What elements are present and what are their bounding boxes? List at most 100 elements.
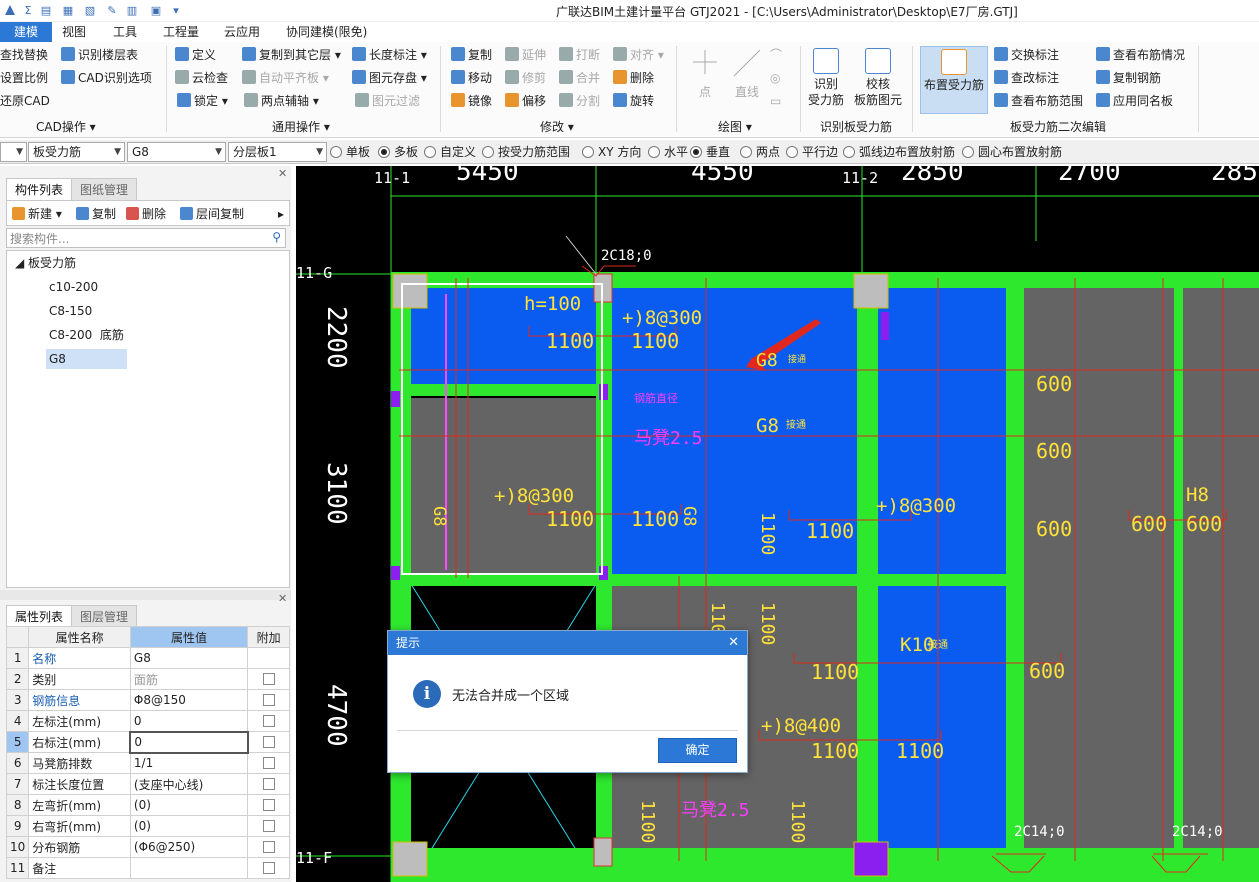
point-button[interactable]: 点: [690, 46, 720, 100]
property-value[interactable]: 面筋: [129, 668, 249, 690]
table-row[interactable]: 8 左弯折(mm) (0): [5, 794, 290, 816]
extra-checkbox[interactable]: [262, 799, 275, 811]
move-button[interactable]: 移动: [451, 69, 492, 87]
export-icon[interactable]: ▣: [148, 3, 164, 19]
more-icon[interactable]: ▸: [278, 205, 284, 223]
rect-tool-icon[interactable]: ▭: [770, 92, 781, 110]
customize-quick-access-icon[interactable]: ▾: [168, 3, 184, 19]
property-value-editing[interactable]: 0: [129, 730, 249, 754]
pencil-icon[interactable]: ✎: [104, 3, 120, 19]
extra-checkbox[interactable]: [262, 820, 275, 832]
save-element-button[interactable]: 图元存盘 ▾: [352, 69, 427, 87]
property-value[interactable]: (0): [129, 794, 249, 816]
tab-collab[interactable]: 协同建模(限免): [276, 22, 377, 42]
expand-icon[interactable]: ◢: [15, 256, 28, 270]
radio-by-rebar-range[interactable]: 按受力筋范围: [482, 144, 570, 160]
auto-align-slab-button[interactable]: 自动平齐板 ▾: [242, 69, 329, 87]
table-row[interactable]: 2 类别 面筋: [5, 668, 290, 690]
component-type-combo[interactable]: 板受力筋 ▼: [28, 142, 125, 162]
view-rebar-layout-button[interactable]: 查看布筋情况: [1096, 46, 1185, 64]
copy-to-floor-button[interactable]: 复制到其它层 ▾: [242, 46, 341, 64]
search-icon[interactable]: ⚲: [272, 230, 281, 244]
grid-icon[interactable]: ▥: [124, 3, 140, 19]
apply-same-slab-button[interactable]: 应用同名板: [1096, 92, 1173, 110]
table-row[interactable]: 6 马凳筋排数 1/1: [5, 752, 290, 774]
delete-button[interactable]: 删除: [613, 69, 654, 87]
floor-combo[interactable]: ▼: [0, 142, 27, 162]
find-replace-button[interactable]: 查找替换: [0, 46, 48, 64]
extra-checkbox[interactable]: [262, 778, 275, 790]
tree-item-g8[interactable]: G8: [46, 349, 127, 369]
extend-button[interactable]: 延伸: [505, 46, 546, 64]
cad-options-button[interactable]: CAD识别选项: [61, 69, 152, 87]
extra-checkbox[interactable]: [262, 841, 275, 853]
property-value[interactable]: [129, 857, 249, 879]
set-scale-button[interactable]: 设置比例: [0, 69, 48, 87]
group-label-modify[interactable]: 修改 ▾: [540, 118, 574, 135]
tab-cloud[interactable]: 云应用: [214, 22, 270, 42]
close-icon[interactable]: ✕: [728, 631, 739, 655]
sum-icon[interactable]: Σ: [20, 3, 36, 19]
property-value[interactable]: (Φ6@250): [129, 836, 249, 858]
radio-two-point[interactable]: 两点: [740, 144, 780, 160]
circle-tool-icon[interactable]: ◎: [770, 69, 780, 87]
close-icon[interactable]: ✕: [278, 167, 287, 180]
extra-checkbox[interactable]: [262, 736, 275, 748]
radio-parallel-edge[interactable]: 平行边: [786, 144, 838, 160]
tab-property-list[interactable]: 属性列表: [6, 605, 73, 627]
table-row[interactable]: 9 右弯折(mm) (0): [5, 815, 290, 837]
table-row[interactable]: 4 左标注(mm) 0: [5, 710, 290, 732]
table-row[interactable]: 10 分布钢筋 (Φ6@250): [5, 836, 290, 858]
radio-arc-radial[interactable]: 弧线边布置放射筋: [843, 144, 955, 160]
two-point-axis-button[interactable]: 两点辅轴 ▾: [244, 92, 319, 110]
swap-label-button[interactable]: 交换标注: [994, 46, 1059, 64]
identify-floor-table-button[interactable]: 识别楼层表: [61, 46, 138, 64]
line-button[interactable]: 直线: [730, 46, 764, 100]
table-row[interactable]: 7 标注长度位置 (支座中心线): [5, 773, 290, 795]
merge-button[interactable]: 合并: [559, 69, 600, 87]
offset-button[interactable]: 偏移: [505, 92, 546, 110]
tree-item-c10-200[interactable]: c10-200: [49, 277, 98, 297]
copy-rebar-button[interactable]: 复制钢筋: [1096, 69, 1161, 87]
drawing-canvas[interactable]: 11-1 11-2 11-G 11-F 5450 4550 2850 2700 …: [296, 166, 1259, 882]
property-value[interactable]: 0: [129, 710, 249, 732]
new-component-button[interactable]: 新建 ▾: [12, 205, 62, 223]
identify-rebar-button[interactable]: 识别 受力筋: [806, 46, 846, 108]
extra-checkbox[interactable]: [262, 862, 275, 874]
ok-button[interactable]: 确定: [658, 738, 737, 763]
radio-vertical[interactable]: 垂直: [690, 144, 730, 160]
place-rebar-button[interactable]: 布置受力筋: [920, 46, 988, 114]
table-row[interactable]: 5 右标注(mm) 0: [5, 730, 290, 754]
copy-component-button[interactable]: 复制: [76, 205, 116, 223]
layer-combo[interactable]: 分层板1 ▼: [228, 142, 327, 162]
group-label-cad[interactable]: CAD操作 ▾: [36, 118, 96, 135]
copy-button[interactable]: 复制: [451, 46, 492, 64]
search-input[interactable]: 搜索构件... ⚲: [6, 228, 286, 248]
tab-tools[interactable]: 工具: [103, 22, 147, 42]
radio-center-radial[interactable]: 圆心布置放射筋: [962, 144, 1062, 160]
tree-root[interactable]: ◢ 板受力筋: [15, 253, 76, 273]
tab-modeling[interactable]: 建模: [0, 22, 52, 42]
delete-component-button[interactable]: 删除: [126, 205, 166, 223]
element-filter-button[interactable]: 图元过滤: [355, 92, 420, 110]
rotate-button[interactable]: 旋转: [613, 92, 654, 110]
radio-single-slab[interactable]: 单板: [330, 144, 370, 160]
extra-checkbox[interactable]: [262, 694, 275, 706]
trim-button[interactable]: 修剪: [505, 69, 546, 87]
property-value[interactable]: (支座中心线): [129, 773, 249, 795]
sheet-icon[interactable]: ▧: [82, 3, 98, 19]
tab-quantity[interactable]: 工程量: [153, 22, 209, 42]
property-value[interactable]: G8: [129, 647, 249, 669]
radio-multi-slab[interactable]: 多板: [378, 144, 418, 160]
view-rebar-range-button[interactable]: 查看布筋范围: [994, 92, 1083, 110]
group-label-draw[interactable]: 绘图 ▾: [718, 118, 752, 135]
radio-custom[interactable]: 自定义: [424, 144, 476, 160]
split-button[interactable]: 分割: [559, 92, 600, 110]
align-button[interactable]: 对齐 ▾: [613, 46, 664, 64]
extra-checkbox[interactable]: [262, 673, 275, 685]
restore-cad-button[interactable]: 还原CAD: [0, 92, 50, 110]
app-logo-icon[interactable]: [2, 3, 18, 19]
tab-component-list[interactable]: 构件列表: [6, 178, 73, 200]
edit-label-button[interactable]: 查改标注: [994, 69, 1059, 87]
property-value[interactable]: 1/1: [129, 752, 249, 774]
